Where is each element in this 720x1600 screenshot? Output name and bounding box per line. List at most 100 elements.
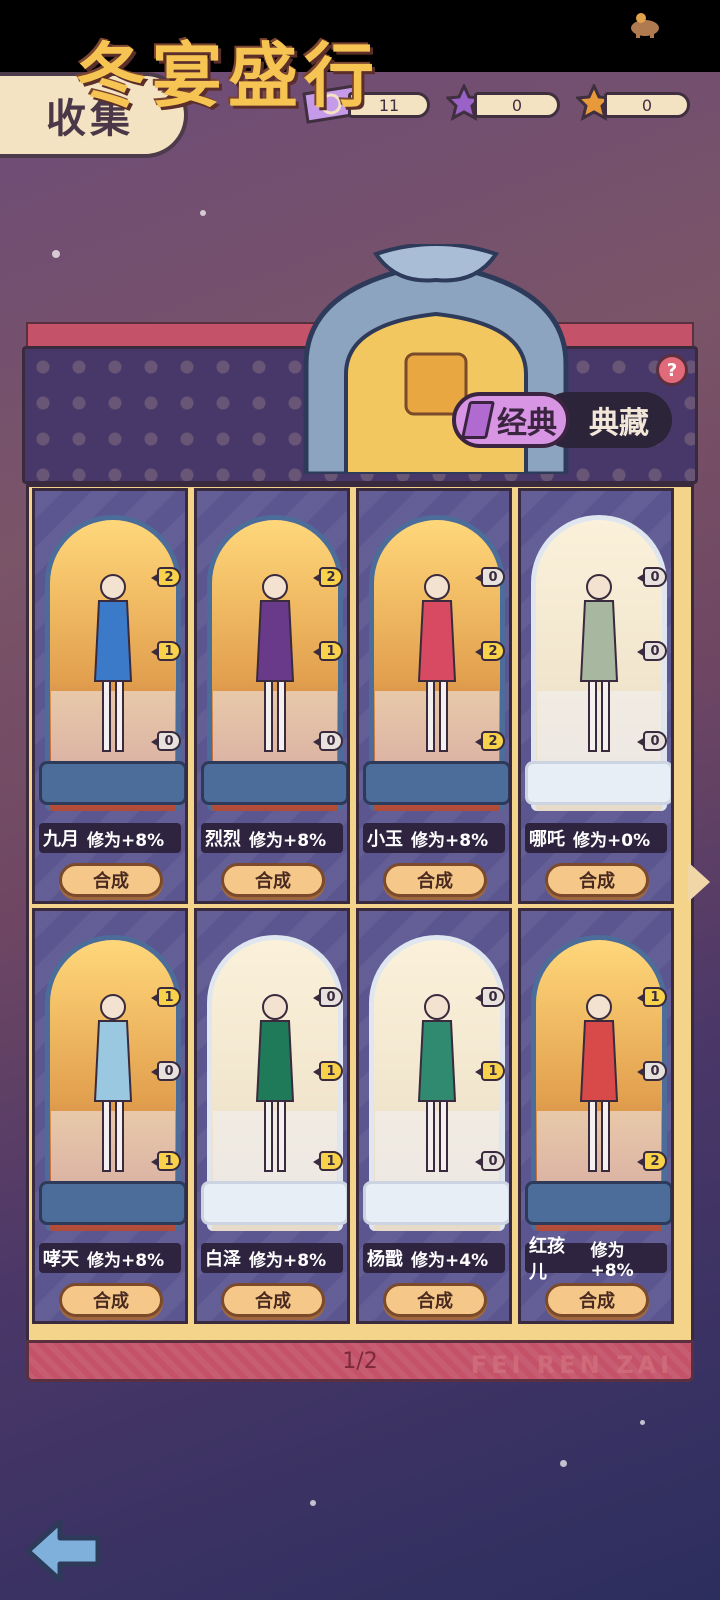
character-figure: [579, 574, 619, 752]
piece-count-badge: 2: [475, 641, 505, 661]
cultivation-bonus: 修为+8%: [87, 830, 165, 851]
card-icon: [460, 401, 496, 439]
card-info-bar: 九月 修为+8%: [39, 823, 181, 853]
character-card[interactable]: 2 1 0 九月 修为+8% 合成: [32, 488, 188, 904]
card-info-bar: 红孩儿 修为+8%: [525, 1236, 667, 1283]
craft-button[interactable]: 合成: [383, 863, 487, 897]
character-card[interactable]: 0 1 1 白泽 修为+8% 合成: [194, 908, 350, 1324]
craft-button[interactable]: 合成: [383, 1283, 487, 1317]
piece-count-badge: 0: [637, 641, 667, 661]
card-info-bar: 白泽 修为+8%: [201, 1243, 343, 1273]
display-base: [39, 1181, 185, 1225]
character-card[interactable]: 0 1 0 杨戬 修为+4% 合成: [356, 908, 512, 1324]
piece-count-badge: 1: [151, 641, 181, 661]
character-card[interactable]: 1 0 2 红孩儿 修为+8% 合成: [518, 908, 674, 1324]
piece-count-badge: 0: [313, 987, 343, 1007]
character-figure: [417, 574, 457, 752]
sparkle-decoration: [52, 250, 60, 258]
display-base: [39, 761, 185, 805]
sparkle-decoration: [200, 210, 206, 216]
character-name: 哪吒: [529, 829, 565, 850]
piece-count-badge: 0: [475, 987, 505, 1007]
display-base: [363, 1181, 509, 1225]
piece-count-badge: 0: [637, 1061, 667, 1081]
orange-star-counter: 0: [604, 92, 690, 118]
character-name: 烈烈: [205, 829, 241, 850]
sparkle-decoration: [310, 1500, 316, 1506]
card-info-bar: 哮天 修为+8%: [39, 1243, 181, 1273]
craft-button[interactable]: 合成: [545, 863, 649, 897]
piece-count-badge: 0: [151, 1061, 181, 1081]
cultivation-bonus: 修为+8%: [411, 830, 489, 851]
display-base: [525, 1181, 671, 1225]
character-card[interactable]: 1 0 1 哮天 修为+8% 合成: [32, 908, 188, 1324]
help-button[interactable]: ?: [656, 354, 688, 386]
cultivation-bonus: 修为+0%: [573, 830, 651, 851]
piece-count-badge: 1: [151, 987, 181, 1007]
character-figure: [93, 574, 133, 752]
purple-star-counter: 0: [474, 92, 560, 118]
sparkle-decoration: [560, 1460, 567, 1467]
cultivation-bonus: 修为+4%: [411, 1250, 489, 1271]
craft-button[interactable]: 合成: [59, 1283, 163, 1317]
piece-count-badge: 1: [475, 1061, 505, 1081]
card-info-bar: 杨戬 修为+4%: [363, 1243, 505, 1273]
piece-count-badge: 1: [151, 1151, 181, 1171]
cultivation-bonus: 修为+8%: [249, 1250, 327, 1271]
next-page-arrow[interactable]: [688, 862, 710, 902]
tab-collection-label: 典藏: [589, 406, 649, 441]
piece-count-badge: 0: [475, 1151, 505, 1171]
purple-star-count: 0: [511, 95, 523, 115]
piece-count-badge: 2: [313, 567, 343, 587]
tab-classic[interactable]: 经典: [452, 392, 570, 448]
piece-count-badge: 1: [313, 1061, 343, 1081]
piece-count-badge: 0: [475, 567, 505, 587]
tab-classic-label: 经典: [497, 406, 557, 441]
craft-button[interactable]: 合成: [545, 1283, 649, 1317]
character-name: 杨戬: [367, 1249, 403, 1270]
display-base: [363, 761, 509, 805]
piece-count-badge: 1: [313, 1151, 343, 1171]
capybara-icon: [631, 13, 659, 38]
card-info-bar: 小玉 修为+8%: [363, 823, 505, 853]
piece-count-badge: 0: [637, 567, 667, 587]
card-info-bar: 烈烈 修为+8%: [201, 823, 343, 853]
character-figure: [579, 994, 619, 1172]
display-base: [525, 761, 671, 805]
piece-count-badge: 2: [475, 731, 505, 751]
display-base: [201, 1181, 347, 1225]
watermark-text: FEI REN ZAI: [470, 1351, 673, 1379]
character-figure: [417, 994, 457, 1172]
cultivation-bonus: 修为+8%: [590, 1240, 634, 1281]
character-figure: [255, 574, 295, 752]
character-name: 九月: [43, 829, 79, 850]
cultivation-bonus: 修为+8%: [87, 1250, 165, 1271]
character-name: 小玉: [367, 829, 403, 850]
card-info-bar: 哪吒 修为+0%: [525, 823, 667, 853]
piece-count-badge: 1: [637, 987, 667, 1007]
character-card[interactable]: 0 2 2 小玉 修为+8% 合成: [356, 488, 512, 904]
piece-count-badge: 0: [151, 731, 181, 751]
back-arrow-icon[interactable]: [24, 1516, 106, 1586]
cultivation-bonus: 修为+8%: [249, 830, 327, 851]
display-base: [201, 761, 347, 805]
piece-count-badge: 1: [313, 641, 343, 661]
piece-count-badge: 2: [151, 567, 181, 587]
character-name: 白泽: [205, 1249, 241, 1270]
orange-star-count: 0: [641, 95, 653, 115]
character-name: 红孩儿: [529, 1236, 565, 1283]
craft-button[interactable]: 合成: [59, 863, 163, 897]
character-name: 哮天: [43, 1249, 79, 1270]
banner-title: 冬宴盛行: [76, 35, 380, 117]
piece-count-badge: 0: [637, 731, 667, 751]
craft-button[interactable]: 合成: [221, 1283, 325, 1317]
craft-button[interactable]: 合成: [221, 863, 325, 897]
sparkle-decoration: [640, 1420, 645, 1425]
piece-count-badge: 0: [313, 731, 343, 751]
panel-footer: 1/2 FEI REN ZAI: [26, 1340, 694, 1382]
character-card[interactable]: 2 1 0 烈烈 修为+8% 合成: [194, 488, 350, 904]
piece-count-badge: 2: [637, 1151, 667, 1171]
character-figure: [93, 994, 133, 1172]
ticket-count: 11: [378, 95, 400, 115]
character-card[interactable]: 0 0 0 哪吒 修为+0% 合成: [518, 488, 674, 904]
